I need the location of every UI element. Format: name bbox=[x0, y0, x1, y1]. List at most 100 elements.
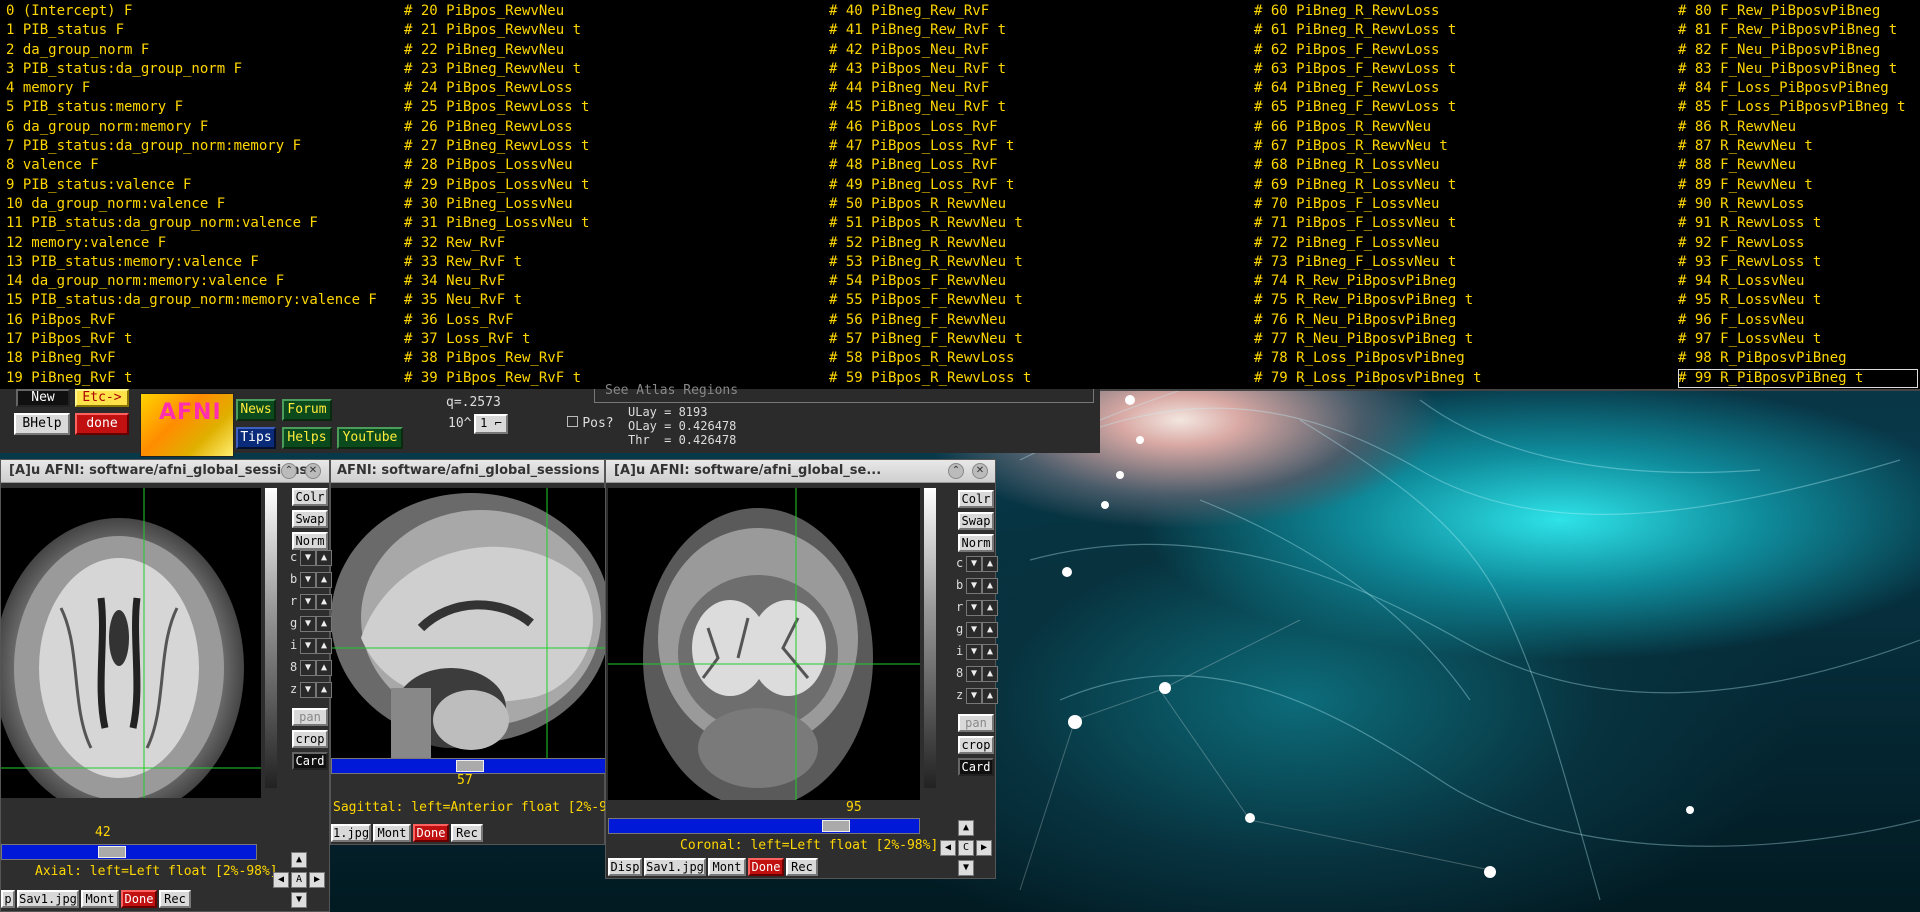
coronal-slice-view[interactable] bbox=[608, 488, 920, 800]
arrow-down-icon[interactable]: ▼ bbox=[300, 594, 316, 610]
subbrick-item[interactable]: 13 PIB_status:memory:valence F bbox=[6, 253, 377, 272]
subbrick-item[interactable]: # 92 F_RewvLoss bbox=[1678, 234, 1918, 253]
minimize-icon[interactable]: ⌃ bbox=[281, 463, 297, 479]
subbrick-item[interactable]: # 25 PiBpos_RewvLoss t bbox=[404, 98, 589, 117]
subbrick-item[interactable]: # 51 PiBpos_R_RewvNeu t bbox=[829, 214, 1031, 233]
norm-button[interactable]: Norm bbox=[292, 532, 328, 550]
arrow-down-icon[interactable]: ▼ bbox=[966, 578, 982, 594]
subbrick-item[interactable]: # 32 Rew_RvF bbox=[404, 234, 589, 253]
subbrick-item[interactable]: # 27 PiBneg_RewvLoss t bbox=[404, 137, 589, 156]
news-button[interactable]: News bbox=[236, 399, 276, 421]
arrow-up-icon[interactable]: ▲ bbox=[982, 688, 998, 704]
subbrick-item[interactable]: # 50 PiBpos_R_RewvNeu bbox=[829, 195, 1031, 214]
subbrick-item[interactable]: # 61 PiBneg_R_RewvLoss t bbox=[1254, 21, 1482, 40]
arrow-down-icon[interactable]: ▼ bbox=[300, 616, 316, 632]
subbrick-item[interactable]: # 81 F_Rew_PiBposvPiBneg t bbox=[1678, 21, 1918, 40]
exponent-selector[interactable]: 1 ⌐ bbox=[474, 414, 508, 434]
subbrick-item[interactable]: # 75 R_Rew_PiBposvPiBneg t bbox=[1254, 291, 1482, 310]
card-button[interactable]: Card bbox=[958, 758, 994, 776]
subbrick-item[interactable]: # 42 PiBpos_Neu_RvF bbox=[829, 41, 1031, 60]
subbrick-item[interactable]: # 56 PiBneg_F_RewvNeu bbox=[829, 311, 1031, 330]
subbrick-item[interactable]: # 66 PiBpos_R_RewvNeu bbox=[1254, 118, 1482, 137]
sagittal-save-button[interactable]: 1.jpg bbox=[331, 824, 371, 842]
subbrick-item[interactable]: # 40 PiBneg_Rew_RvF bbox=[829, 2, 1031, 21]
subbrick-item[interactable]: 15 PIB_status:da_group_norm:memory:valen… bbox=[6, 291, 377, 310]
atlas-regions-frame[interactable]: See Atlas Regions bbox=[594, 383, 1094, 403]
arrow-down-icon[interactable]: ▼ bbox=[966, 556, 982, 572]
done-button[interactable]: done bbox=[75, 413, 129, 435]
subbrick-item[interactable]: # 53 PiBneg_R_RewvNeu t bbox=[829, 253, 1031, 272]
axial-save-button[interactable]: Sav1.jpg bbox=[17, 890, 79, 908]
subbrick-item[interactable]: # 69 PiBneg_R_LossvNeu t bbox=[1254, 176, 1482, 195]
subbrick-item[interactable]: # 63 PiBpos_F_RewvLoss t bbox=[1254, 60, 1482, 79]
subbrick-item[interactable]: # 85 F_Loss_PiBposvPiBneg t bbox=[1678, 98, 1918, 117]
subbrick-item[interactable]: 10 da_group_norm:valence F bbox=[6, 195, 377, 214]
subbrick-item[interactable]: # 68 PiBneg_R_LossvNeu bbox=[1254, 156, 1482, 175]
subbrick-item[interactable]: # 20 PiBpos_RewvNeu bbox=[404, 2, 589, 21]
axial-slice-view[interactable] bbox=[1, 488, 261, 798]
subbrick-item[interactable]: # 46 PiBpos_Loss_RvF bbox=[829, 118, 1031, 137]
new-button[interactable]: New bbox=[16, 389, 70, 407]
zoom-center-button[interactable]: C bbox=[958, 840, 974, 856]
subbrick-item[interactable]: # 58 PiBpos_R_RewvLoss bbox=[829, 349, 1031, 368]
arrow-up-icon[interactable]: ▲ bbox=[316, 572, 332, 588]
subbrick-item[interactable]: # 59 PiBpos_R_RewvLoss t bbox=[829, 369, 1031, 388]
subbrick-item[interactable]: 16 PiBpos_RvF bbox=[6, 311, 377, 330]
subbrick-item[interactable]: # 94 R_LossvNeu bbox=[1678, 272, 1918, 291]
subbrick-item[interactable]: # 38 PiBpos_Rew_RvF bbox=[404, 349, 589, 368]
subbrick-item[interactable]: # 70 PiBpos_F_LossvNeu bbox=[1254, 195, 1482, 214]
axial-slice-slider[interactable] bbox=[1, 844, 257, 860]
subbrick-item[interactable]: # 76 R_Neu_PiBposvPiBneg bbox=[1254, 311, 1482, 330]
subbrick-item[interactable]: # 57 PiBneg_F_RewvNeu t bbox=[829, 330, 1031, 349]
sagittal-titlebar[interactable]: AFNI: software/afni_global_sessions bbox=[331, 460, 604, 483]
subbrick-item[interactable]: 0 (Intercept) F bbox=[6, 2, 377, 21]
afni-logo[interactable]: AFNI bbox=[140, 393, 234, 457]
subbrick-item[interactable]: # 64 PiBneg_F_RewvLoss bbox=[1254, 79, 1482, 98]
arrow-down-icon[interactable]: ▼ bbox=[966, 644, 982, 660]
zoom-up-arrow-icon[interactable]: ▲ bbox=[291, 852, 307, 868]
sagittal-slice-slider[interactable] bbox=[331, 758, 606, 774]
coronal-disp-button[interactable]: Disp bbox=[608, 858, 642, 876]
subbrick-item[interactable]: # 77 R_Neu_PiBposvPiBneg t bbox=[1254, 330, 1482, 349]
coronal-mont-button[interactable]: Mont bbox=[708, 858, 746, 876]
subbrick-item[interactable]: # 55 PiBpos_F_RewvNeu t bbox=[829, 291, 1031, 310]
subbrick-item[interactable]: 8 valence F bbox=[6, 156, 377, 175]
arrow-up-icon[interactable]: ▲ bbox=[982, 578, 998, 594]
subbrick-item[interactable]: 18 PiBneg_RvF bbox=[6, 349, 377, 368]
arrow-up-icon[interactable]: ▲ bbox=[316, 682, 332, 698]
arrow-down-icon[interactable]: ▼ bbox=[300, 638, 316, 654]
subbrick-item[interactable]: # 74 R_Rew_PiBposvPiBneg bbox=[1254, 272, 1482, 291]
subbrick-item[interactable]: 2 da_group_norm F bbox=[6, 41, 377, 60]
subbrick-item[interactable]: # 73 PiBneg_F_LossvNeu t bbox=[1254, 253, 1482, 272]
sagittal-slice-view[interactable] bbox=[331, 488, 606, 772]
subbrick-item[interactable]: # 34 Neu_RvF bbox=[404, 272, 589, 291]
arrow-down-icon[interactable]: ▼ bbox=[300, 682, 316, 698]
subbrick-item[interactable]: # 22 PiBneg_RewvNeu bbox=[404, 41, 589, 60]
arrow-up-icon[interactable]: ▲ bbox=[316, 638, 332, 654]
close-icon[interactable]: ✕ bbox=[305, 463, 321, 479]
subbrick-item[interactable]: 6 da_group_norm:memory F bbox=[6, 118, 377, 137]
coronal-done-button[interactable]: Done bbox=[748, 858, 784, 876]
axial-rec-button[interactable]: Rec bbox=[159, 890, 191, 908]
subbrick-item[interactable]: 3 PIB_status:da_group_norm F bbox=[6, 60, 377, 79]
subbrick-item[interactable]: # 29 PiBpos_LossvNeu t bbox=[404, 176, 589, 195]
norm-button[interactable]: Norm bbox=[958, 534, 994, 552]
subbrick-item[interactable]: # 96 F_LossvNeu bbox=[1678, 311, 1918, 330]
arrow-down-icon[interactable]: ▼ bbox=[966, 600, 982, 616]
slider-knob[interactable] bbox=[822, 820, 850, 832]
arrow-up-icon[interactable]: ▲ bbox=[982, 666, 998, 682]
subbrick-item[interactable]: # 35 Neu_RvF t bbox=[404, 291, 589, 310]
pan-button[interactable]: pan bbox=[292, 708, 328, 726]
zoom-down-arrow-icon[interactable]: ▼ bbox=[291, 892, 307, 908]
subbrick-item[interactable]: # 45 PiBneg_Neu_RvF t bbox=[829, 98, 1031, 117]
sagittal-done-button[interactable]: Done bbox=[413, 824, 449, 842]
zoom-right-arrow-icon[interactable]: ▶ bbox=[976, 840, 992, 856]
slider-knob[interactable] bbox=[98, 846, 126, 858]
subbrick-item[interactable]: # 90 R_RewvLoss bbox=[1678, 195, 1918, 214]
axial-mont-button[interactable]: Mont bbox=[81, 890, 119, 908]
subbrick-item[interactable]: # 48 PiBneg_Loss_RvF bbox=[829, 156, 1031, 175]
arrow-up-icon[interactable]: ▲ bbox=[316, 550, 332, 566]
zoom-left-arrow-icon[interactable]: ◀ bbox=[940, 840, 956, 856]
subbrick-item[interactable]: # 97 F_LossvNeu t bbox=[1678, 330, 1918, 349]
zoom-left-arrow-icon[interactable]: ◀ bbox=[273, 872, 289, 888]
